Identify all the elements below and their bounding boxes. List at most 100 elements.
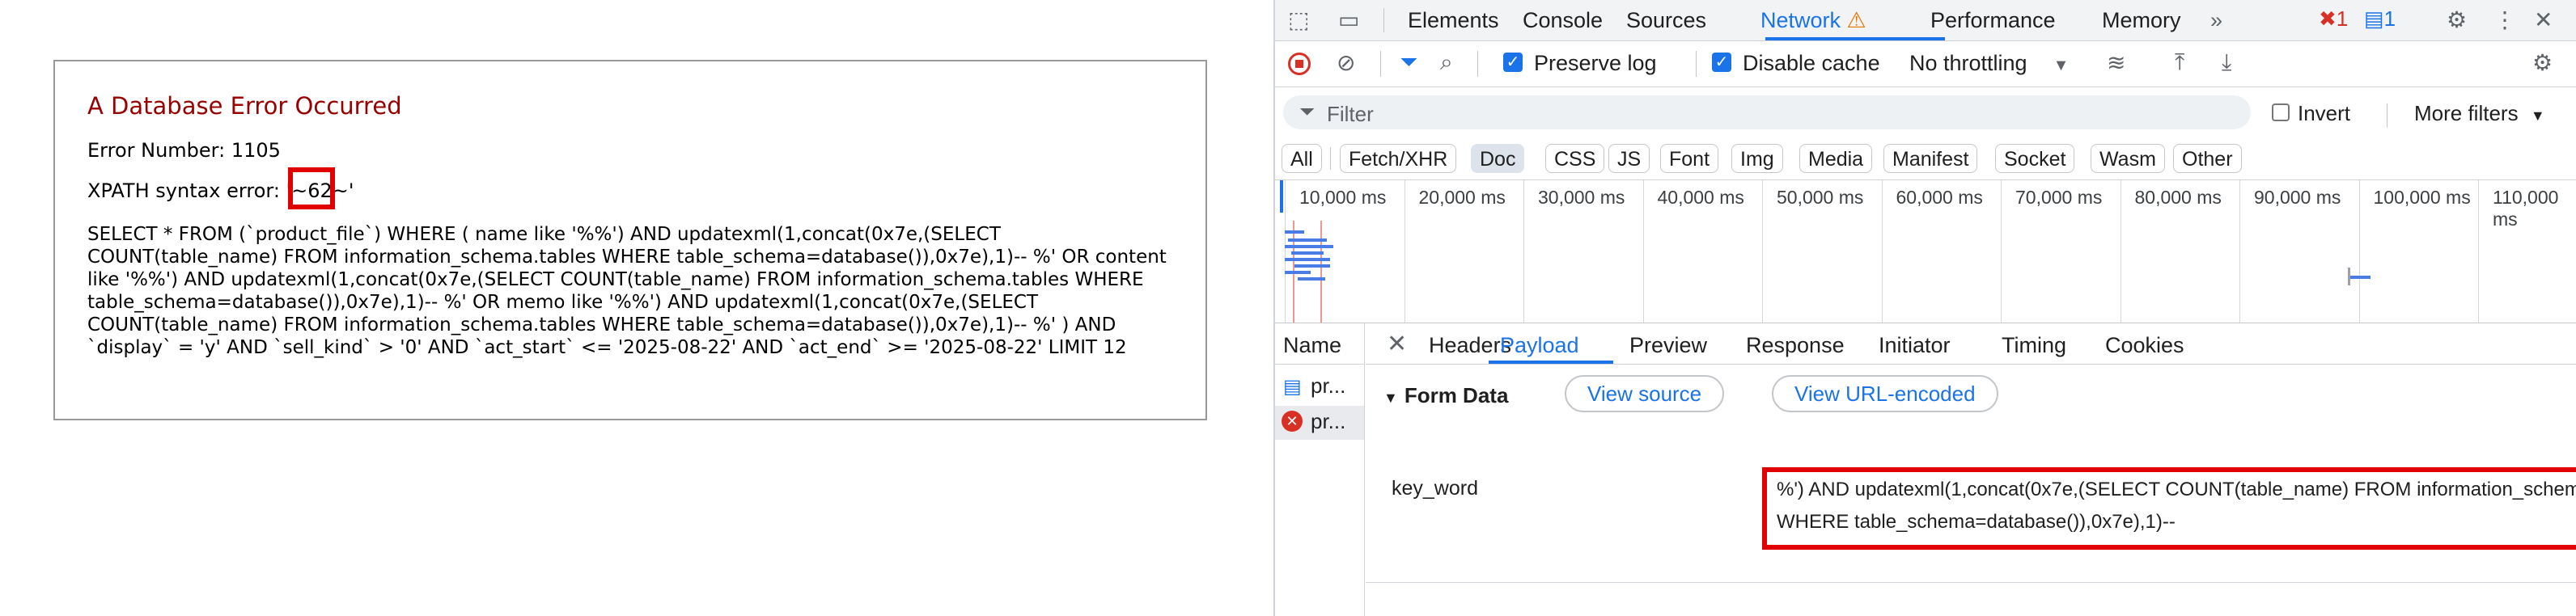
disable-cache-checkbox[interactable]: ✓ <box>1712 53 1731 72</box>
network-conditions-icon[interactable]: ≋ <box>2107 49 2125 76</box>
error-title: A Database Error Occurred <box>87 92 402 120</box>
request-row-selected[interactable]: ✕ pr... <box>1275 406 1364 440</box>
tab-initiator[interactable]: Initiator <box>1879 333 1951 358</box>
more-filters-label: More filters <box>2414 101 2519 125</box>
type-media[interactable]: Media <box>1799 144 1873 173</box>
timeline-tick-label: 100,000 ms <box>2373 187 2471 208</box>
type-img[interactable]: Img <box>1731 144 1783 173</box>
timeline-tick-label: 20,000 ms <box>1418 187 1506 208</box>
type-other[interactable]: Other <box>2173 144 2242 173</box>
type-all[interactable]: All <box>1282 144 1322 173</box>
filter-input[interactable]: ⏷ Filter <box>1283 95 2251 129</box>
network-settings-gear-icon[interactable]: ⚙ <box>2532 49 2553 76</box>
timeline-gridline <box>2358 180 2360 323</box>
xpath-suffix: ' <box>348 179 354 202</box>
warning-triangle-icon: ⚠ <box>1846 8 1866 32</box>
timeline-bar <box>1288 238 1327 242</box>
name-header-label: Name <box>1283 333 1342 357</box>
upload-har-icon[interactable]: ⤒ <box>2175 49 2184 76</box>
close-detail-icon[interactable]: ✕ <box>1387 330 1407 358</box>
dom-content-marker <box>1320 221 1322 323</box>
filter-funnel-small-icon: ⏷ <box>1299 101 1316 123</box>
divider <box>1477 51 1478 77</box>
name-column-header[interactable]: Name <box>1275 323 1364 365</box>
more-filters-button[interactable]: More filters ▼ <box>2414 101 2545 126</box>
form-data-header[interactable]: ▼ Form Data <box>1383 383 1508 408</box>
type-manifest[interactable]: Manifest <box>1883 144 1978 173</box>
timeline-start-handle[interactable] <box>1280 180 1283 213</box>
error-count: 1 <box>2336 6 2349 31</box>
timeline-tick-label: 80,000 ms <box>2134 187 2222 208</box>
timeline-bar <box>1291 251 1324 255</box>
request-name: pr... <box>1311 409 1346 433</box>
device-toolbar-icon[interactable]: ▭ <box>1338 6 1359 33</box>
more-options-icon[interactable]: ⋮ <box>2493 6 2516 33</box>
form-data-section: ▼ Form Data View source View URL-encoded … <box>1366 364 2576 616</box>
throttling-value: No throttling <box>1909 51 2027 75</box>
tab-response[interactable]: Response <box>1746 333 1845 358</box>
tab-network[interactable]: Network ⚠ <box>1760 8 1866 33</box>
more-tabs-icon[interactable]: » <box>2210 8 2222 33</box>
request-detail-tabs: ✕ Headers Payload Preview Response Initi… <box>1366 323 2576 365</box>
throttling-select[interactable]: No throttling ▼ <box>1909 51 2069 76</box>
invert-checkbox[interactable] <box>2272 103 2290 121</box>
tab-performance[interactable]: Performance <box>1930 8 2056 33</box>
tab-cookies[interactable]: Cookies <box>2105 333 2184 358</box>
inspect-element-icon[interactable]: ⬚ <box>1288 6 1309 33</box>
timeline-gridline <box>2001 180 2002 323</box>
preserve-log-checkbox[interactable]: ✓ <box>1503 53 1523 72</box>
timeline-tick-label: 30,000 ms <box>1538 187 1625 208</box>
type-css[interactable]: CSS <box>1545 144 1605 173</box>
xpath-prefix: XPATH syntax error: ' <box>87 179 292 202</box>
timeline-gridline <box>1285 180 1286 323</box>
tab-sources[interactable]: Sources <box>1626 8 1706 33</box>
download-har-icon[interactable]: ⤓ <box>2222 49 2231 76</box>
database-error-box: A Database Error Occurred Error Number: … <box>53 60 1207 420</box>
tab-timing[interactable]: Timing <box>2002 333 2066 358</box>
tab-memory[interactable]: Memory <box>2102 8 2181 33</box>
type-doc[interactable]: Doc <box>1471 144 1525 173</box>
filter-funnel-icon[interactable]: ⏷ <box>1400 49 1417 76</box>
message-count: 1 <box>2383 6 2396 31</box>
message-count-badge[interactable]: ▤1 <box>2364 6 2396 32</box>
clear-icon[interactable]: ⊘ <box>1337 49 1355 76</box>
disable-cache-label[interactable]: Disable cache <box>1743 51 1880 76</box>
preserve-log-label[interactable]: Preserve log <box>1534 51 1657 76</box>
timeline-gridline <box>1881 180 1883 323</box>
timeline-overview[interactable]: 10,000 ms 20,000 ms 30,000 ms 40,000 ms 50,0… <box>1275 180 2576 323</box>
xpath-highlight-box <box>288 167 335 209</box>
type-fetch-xhr[interactable]: Fetch/XHR <box>1340 144 1457 173</box>
invert-label[interactable]: Invert <box>2298 101 2350 126</box>
type-font[interactable]: Font <box>1660 144 1719 173</box>
settings-gear-icon[interactable]: ⚙ <box>2447 6 2467 33</box>
timeline-tick-label: 60,000 ms <box>1896 187 1983 208</box>
error-count-badge[interactable]: ✖1 <box>2319 6 2348 32</box>
view-url-encoded-button[interactable]: View URL-encoded <box>1772 375 1998 412</box>
resource-type-filters: All Fetch/XHR Doc CSS JS Font Img Media … <box>1275 137 2576 180</box>
tab-headers[interactable]: Headers <box>1429 333 1511 358</box>
timeline-gridline <box>1642 180 1644 323</box>
type-js[interactable]: JS <box>1608 144 1650 173</box>
timeline-gridline <box>2239 180 2240 323</box>
timeline-bar <box>1294 264 1330 268</box>
request-row[interactable]: ▤ pr... <box>1275 370 1364 404</box>
form-data-title: Form Data <box>1404 383 1509 407</box>
search-icon[interactable]: ⌕ <box>1440 49 1453 76</box>
error-number: Error Number: 1105 <box>87 139 281 162</box>
type-socket[interactable]: Socket <box>1995 144 2075 173</box>
timeline-tick-label: 10,000 ms <box>1299 187 1387 208</box>
view-source-button[interactable]: View source <box>1565 375 1725 412</box>
devtools-panel: ⬚ ▭ Elements Console Sources Network ⚠ P… <box>1273 0 2576 616</box>
record-stop-icon[interactable] <box>1288 53 1311 75</box>
type-wasm[interactable]: Wasm <box>2091 144 2165 173</box>
tab-network-label: Network <box>1760 8 1841 32</box>
tab-console[interactable]: Console <box>1523 8 1603 33</box>
request-name-column: Name ▤ pr... ✕ pr... <box>1275 323 1365 616</box>
timeline-tick-label: 50,000 ms <box>1777 187 1864 208</box>
filter-row: ⏷ Filter Invert More filters ▼ <box>1275 87 2576 137</box>
tab-elements[interactable]: Elements <box>1408 8 1499 33</box>
tab-preview[interactable]: Preview <box>1629 333 1707 358</box>
timeline-bar <box>1285 271 1311 274</box>
close-icon[interactable]: ✕ <box>2534 6 2553 33</box>
tab-payload[interactable]: Payload <box>1500 333 1579 358</box>
